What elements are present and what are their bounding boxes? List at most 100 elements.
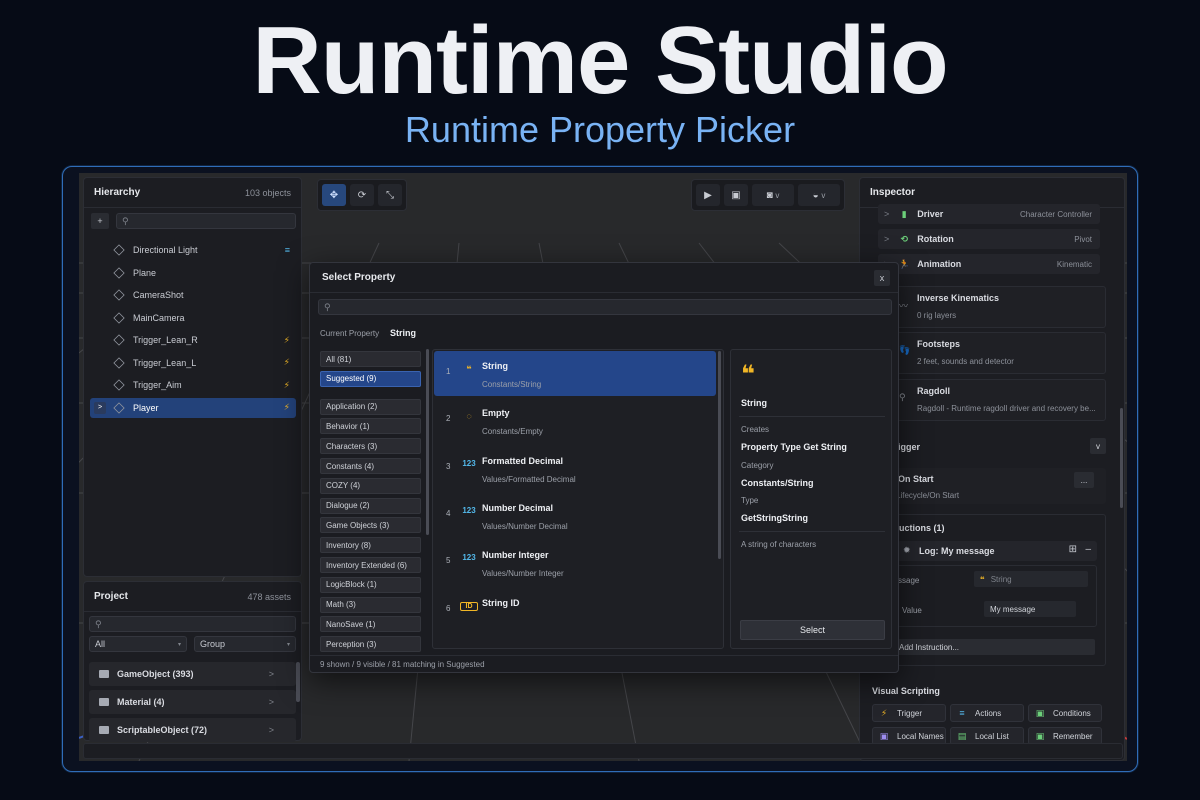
property-result-row[interactable]: 4 123 Number Decimal Values/Number Decimal (434, 493, 716, 538)
project-folder[interactable]: ScriptableObject (72) > (89, 718, 296, 742)
rotate-tool-button[interactable]: ⟳ (350, 184, 374, 206)
inspector-feature-block[interactable]: 👣 Footsteps 2 feet, sounds and detector (876, 332, 1106, 374)
save-button[interactable]: ▣ (724, 184, 748, 206)
property-result-row[interactable]: 3 123 Formatted Decimal Values/Formatted De… (434, 446, 716, 491)
on-start-title: On Start (898, 474, 934, 484)
category-button[interactable]: Dialogue (2) (320, 497, 421, 514)
value-label: Value (902, 606, 922, 615)
trigger-section-header[interactable]: igger v (876, 436, 1106, 458)
category-button[interactable]: COZY (4) (320, 477, 421, 494)
property-result-row[interactable]: 6 ID String ID Constants/String ID (434, 588, 716, 618)
hierarchy-search-input[interactable]: ⚲ (116, 213, 296, 229)
project-folder[interactable]: GameObject (393) > (89, 662, 296, 686)
hierarchy-item[interactable]: Trigger_Lean_L ⚡ (90, 353, 296, 373)
scale-tool-button[interactable]: ⤡ (378, 184, 402, 206)
select-button[interactable]: Select (740, 620, 885, 640)
project-folder[interactable]: Material (4) > (89, 690, 296, 714)
visual-scripting-button[interactable]: ⚡ Trigger (872, 704, 946, 722)
log-instruction-row[interactable]: ✹ Log: My message ⊞ – (897, 541, 1097, 561)
modal-header: Select Property (310, 263, 898, 293)
project-group-select[interactable]: Group ▾ (194, 636, 296, 652)
inspector-feature-block[interactable]: 〰 Inverse Kinematics 0 rig layers (876, 286, 1106, 328)
feature-title: Footsteps (917, 339, 961, 349)
cube-icon (113, 266, 125, 279)
value-input[interactable]: My message (984, 601, 1076, 617)
hero-title: Runtime Studio (252, 7, 948, 114)
property-quote-icon: ❝ (741, 361, 756, 388)
project-filter-value: All (95, 639, 106, 649)
property-detail-name: String (741, 398, 767, 408)
play-button[interactable]: ▶ (696, 184, 720, 206)
project-scrollbar[interactable] (296, 662, 300, 702)
visual-scripting-button[interactable]: ▣ Conditions (1028, 704, 1102, 722)
component-row[interactable]: > ⟲ Rotation Pivot (878, 229, 1100, 249)
property-description: A string of characters (741, 540, 817, 549)
expand-toggle[interactable]: > (94, 401, 106, 414)
on-start-block: On Start Lifecycle/On Start ... (876, 468, 1106, 504)
current-property-value: String (390, 328, 416, 338)
hierarchy-item[interactable]: CameraShot (90, 285, 296, 305)
trigger-collapse-button[interactable]: v (1090, 438, 1106, 454)
move-icon: ✥ (329, 189, 339, 201)
select-property-modal: Select Property x ⚲ Current Property Str… (309, 262, 899, 673)
category-button[interactable]: Inventory Extended (6) (320, 557, 421, 573)
category-button[interactable]: Characters (3) (320, 438, 421, 455)
folder-icon (99, 698, 109, 706)
cube-icon (113, 289, 125, 301)
property-search-input[interactable]: ⚲ (318, 299, 892, 315)
results-scrollbar[interactable] (718, 351, 721, 559)
add-instruction-button[interactable]: Add Instruction... (897, 639, 1095, 655)
visual-scripting-button[interactable]: ≡ Actions (950, 704, 1024, 722)
animation-icon: 🏃 (898, 258, 910, 269)
result-type-icon: ❝ (466, 364, 472, 374)
property-result-row[interactable]: 1 ❝ String Constants/String (434, 351, 716, 396)
hierarchy-item[interactable]: > Player ⚡ (90, 397, 296, 418)
result-path: Values/Formatted Decimal (482, 474, 576, 484)
project-search-input[interactable]: ⚲ (89, 616, 296, 632)
move-tool-button[interactable]: ✥ (322, 184, 346, 206)
category-button[interactable]: Constants (4) (320, 458, 421, 474)
hierarchy-item-label: MainCamera (133, 312, 185, 323)
component-row[interactable]: > ▮ Driver Character Controller (878, 204, 1100, 224)
component-row[interactable]: >🏃AnimationKinematic (878, 254, 1100, 274)
close-button[interactable]: x (874, 270, 890, 286)
category-button[interactable]: Behavior (1) (320, 418, 421, 435)
remove-icon[interactable]: – (1085, 544, 1091, 555)
category-scrollbar[interactable] (426, 349, 429, 535)
project-filter-select[interactable]: All ▾ (89, 636, 187, 652)
hierarchy-add-button[interactable]: + (91, 213, 109, 229)
visual-scripting-button-label: Remember (1053, 731, 1093, 741)
result-index: 3 (446, 461, 451, 471)
category-button[interactable]: LogicBlock (1) (320, 576, 421, 593)
inspector-feature-block[interactable]: ⚲ Ragdoll Ragdoll - Runtime ragdoll driver… (876, 379, 1106, 421)
hierarchy-item[interactable]: Directional Light ≡ (90, 240, 296, 260)
search-icon: ⚲ (95, 618, 102, 629)
category-button[interactable]: Application (2) (320, 398, 421, 415)
category-button[interactable]: Inventory (8) (320, 537, 421, 554)
category-button[interactable]: Math (3) (320, 596, 421, 613)
hierarchy-item[interactable]: MainCamera (90, 308, 296, 328)
cube-icon (113, 244, 125, 256)
property-result-row[interactable]: 5 123 Number Integer Values/Number Integer (434, 540, 716, 585)
category-button[interactable]: All (81) (320, 351, 421, 367)
category-button[interactable]: NanoSave (1) (320, 616, 421, 633)
feature-title: Inverse Kinematics (917, 293, 1000, 303)
hierarchy-item-label: Trigger_Lean_R (133, 335, 198, 345)
search-icon: ⚲ (122, 215, 129, 226)
expand-icon[interactable]: ⊞ (1069, 544, 1077, 555)
hierarchy-item[interactable]: Plane (90, 263, 296, 283)
category-button[interactable]: Suggested (9) (320, 370, 421, 387)
trigger-section-title: igger (898, 442, 921, 452)
message-type-field[interactable]: ❝ String (974, 571, 1088, 587)
hierarchy-item[interactable]: Trigger_Aim ⚡ (90, 375, 296, 395)
on-start-more-button[interactable]: ... (1074, 472, 1094, 488)
property-result-row[interactable]: 2 ◌ Empty Constants/Empty (434, 398, 716, 443)
category-button[interactable]: Perception (3) (320, 636, 421, 653)
driver-icon: ▮ (901, 208, 907, 219)
inspector-scrollbar[interactable] (1120, 408, 1123, 508)
result-name: Formatted Decimal (482, 455, 564, 466)
category-button[interactable]: Game Objects (3) (320, 517, 421, 534)
hierarchy-item[interactable]: Trigger_Lean_R ⚡ (90, 330, 296, 350)
camera-dropdown[interactable]: ◙ v (752, 184, 794, 206)
shading-dropdown[interactable]: ◒ v (798, 184, 840, 206)
